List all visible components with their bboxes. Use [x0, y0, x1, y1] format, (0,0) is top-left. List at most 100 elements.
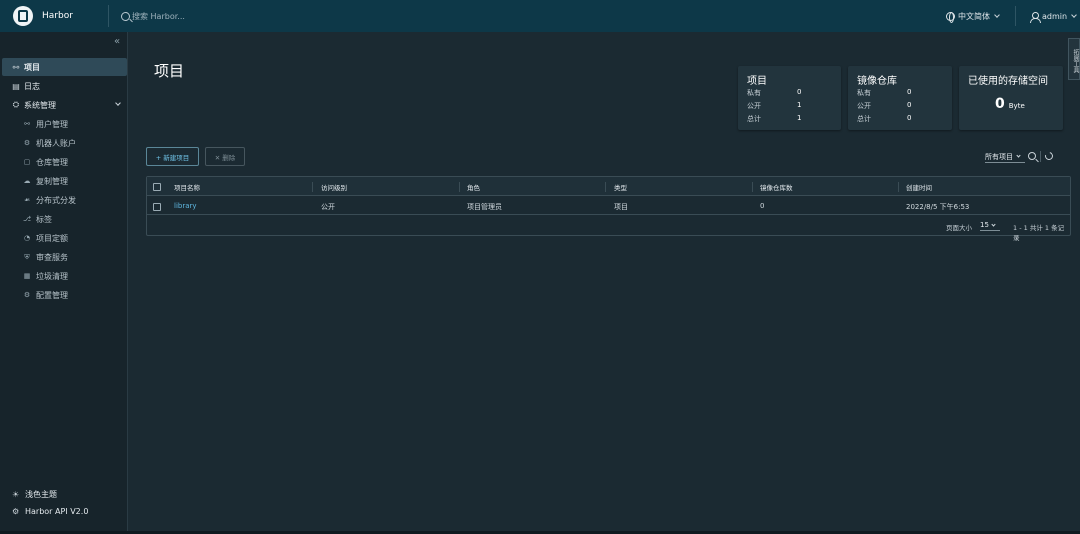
sidebar-item-label: 垃圾清理 — [36, 271, 68, 281]
column-header[interactable]: 访问级别 — [321, 182, 347, 192]
card-title: 项目 — [747, 76, 767, 87]
select-all-checkbox[interactable] — [153, 183, 161, 191]
user-icon — [1030, 11, 1041, 23]
sidebar-item-label: 用户管理 — [36, 119, 68, 129]
page-size-label: 页面大小 — [946, 224, 972, 232]
column-header[interactable]: 创建时间 — [906, 182, 932, 192]
storage-summary-card: 已使用的存储空间 0 Byte — [959, 66, 1063, 130]
search-icon[interactable] — [1028, 152, 1036, 160]
divider — [1040, 151, 1041, 162]
new-project-button[interactable]: + 新建项目 — [146, 147, 199, 166]
theme-label: 浅色主题 — [25, 490, 57, 499]
replication-icon: ☁ — [23, 177, 31, 185]
sidebar-item-label: 项目 — [24, 62, 40, 72]
registry-icon: ▢ — [23, 158, 31, 166]
sidebar-item-label: 标签 — [36, 214, 52, 224]
column-header[interactable]: 镜像仓库数 — [760, 182, 793, 192]
chevron-down-icon — [115, 100, 121, 106]
username: admin — [1042, 11, 1068, 21]
page-size-select[interactable]: 15 — [980, 220, 1000, 231]
sidebar-item-config[interactable]: ⚙ 配置管理 — [22, 287, 68, 303]
chevron-down-icon — [991, 221, 996, 227]
search-input[interactable] — [132, 11, 332, 21]
card-row: 私有 0 — [857, 88, 912, 97]
sidebar-item-quotas[interactable]: ◔ 项目定额 — [22, 230, 68, 246]
brand-name[interactable]: Harbor — [42, 11, 108, 21]
language-label: 中文简体 — [958, 11, 990, 21]
api-link[interactable]: ⚙ Harbor API V2.0 — [12, 507, 88, 516]
project-filter-select[interactable]: 所有项目 — [985, 151, 1025, 163]
users-icon: ⚯ — [24, 120, 30, 128]
row-divider — [147, 214, 1070, 215]
sidebar-item-distribution[interactable]: ☙ 分布式分发 — [22, 192, 76, 208]
sidebar-item-logs[interactable]: ▤ 日志 — [2, 77, 127, 95]
card-row: 私有 0 — [747, 88, 802, 97]
row-checkbox[interactable] — [153, 203, 161, 211]
projects-table: 项目名称 访问级别 角色 类型 镜像仓库数 创建时间 library 公开 项目… — [146, 176, 1071, 242]
header-divider — [1015, 6, 1016, 26]
sidebar-item-gc[interactable]: ▦ 垃圾清理 — [22, 268, 68, 284]
logs-icon: ▤ — [12, 81, 20, 91]
card-row: 总计 0 — [857, 114, 912, 123]
sidebar-item-projects[interactable]: ⚯ 项目 — [2, 58, 127, 76]
card-title: 镜像仓库 — [857, 76, 897, 87]
chevron-down-icon — [1016, 153, 1021, 158]
sidebar-item-labels[interactable]: ⎇ 标签 — [22, 211, 52, 227]
extensions-side-tab[interactable]: 拓展工具 — [1068, 38, 1080, 80]
table-header: 项目名称 访问级别 角色 类型 镜像仓库数 创建时间 — [147, 177, 1070, 196]
harbor-logo-icon[interactable] — [13, 6, 33, 26]
card-row: 公开 1 — [747, 101, 802, 110]
column-header[interactable]: 类型 — [614, 182, 627, 192]
pagination-summary: 1 - 1 共计 1 条记录 — [1013, 224, 1065, 242]
trash-icon: ▦ — [23, 272, 31, 280]
card-row: 公开 0 — [857, 101, 912, 110]
admin-icon: ⛭ — [12, 100, 20, 109]
table-cell: 项目 — [614, 203, 628, 211]
sidebar-item-users[interactable]: ⚯ 用户管理 — [22, 116, 68, 132]
chevron-down-icon — [1071, 12, 1077, 18]
header-divider — [108, 5, 109, 27]
column-header[interactable]: 角色 — [467, 182, 480, 192]
project-name-link[interactable]: library — [174, 202, 197, 210]
user-menu[interactable]: admin — [1030, 0, 1077, 32]
sidebar-item-label: 项目定额 — [36, 233, 68, 243]
shield-icon: ⛨ — [24, 252, 30, 261]
sidebar-item-label: 日志 — [24, 81, 40, 91]
gear-icon: ⚙ — [23, 291, 31, 299]
sidebar-item-replication[interactable]: ☁ 复制管理 — [22, 173, 69, 189]
sidebar-item-label: 系统管理 — [24, 100, 56, 110]
page-title: 项目 — [154, 62, 185, 80]
sidebar-item-robots[interactable]: ⚙ 机器人账户 — [22, 135, 76, 151]
sidebar-item-label: 配置管理 — [36, 290, 68, 300]
column-header[interactable]: 项目名称 — [174, 182, 200, 192]
globe-icon — [946, 11, 955, 23]
chevron-down-icon — [994, 12, 1000, 18]
sidebar-item-label: 分布式分发 — [36, 195, 76, 205]
sun-icon: ☀ — [12, 490, 20, 499]
storage-value: 0 Byte — [995, 96, 1025, 112]
projects-summary-card: 项目 私有 0 公开 1 总计 1 — [738, 66, 841, 130]
refresh-icon[interactable] — [1043, 150, 1055, 162]
sidebar-item-label: 仓库管理 — [36, 157, 68, 167]
search-icon[interactable] — [121, 11, 130, 21]
language-selector[interactable]: 中文简体 — [946, 0, 1000, 32]
sidebar-item-label: 审查服务 — [36, 252, 68, 262]
sidebar-item-admin[interactable]: ⛭ 系统管理 — [2, 96, 127, 114]
global-search — [121, 11, 421, 21]
api-label: Harbor API V2.0 — [25, 507, 89, 516]
sidebar-item-interrogation[interactable]: ⛨ 审查服务 — [22, 249, 68, 265]
sidebar-item-registries[interactable]: ▢ 仓库管理 — [22, 154, 68, 170]
table-cell: 公开 — [321, 203, 335, 211]
api-icon: ⚙ — [12, 507, 20, 516]
theme-toggle[interactable]: ☀ 浅色主题 — [12, 489, 57, 500]
card-row: 总计 1 — [747, 114, 802, 123]
top-header: Harbor 中文简体 admin — [0, 0, 1080, 32]
collapse-sidebar-icon[interactable]: « — [114, 36, 120, 47]
robot-icon: ⚙ — [23, 139, 31, 147]
sidebar-item-label: 复制管理 — [36, 176, 68, 186]
distribution-icon: ☙ — [23, 196, 31, 204]
delete-button[interactable]: ✕ 删除 — [205, 147, 245, 166]
projects-icon: ⚯ — [12, 62, 20, 72]
card-title: 已使用的存储空间 — [968, 76, 1048, 87]
table-cell: 项目管理员 — [467, 203, 502, 211]
